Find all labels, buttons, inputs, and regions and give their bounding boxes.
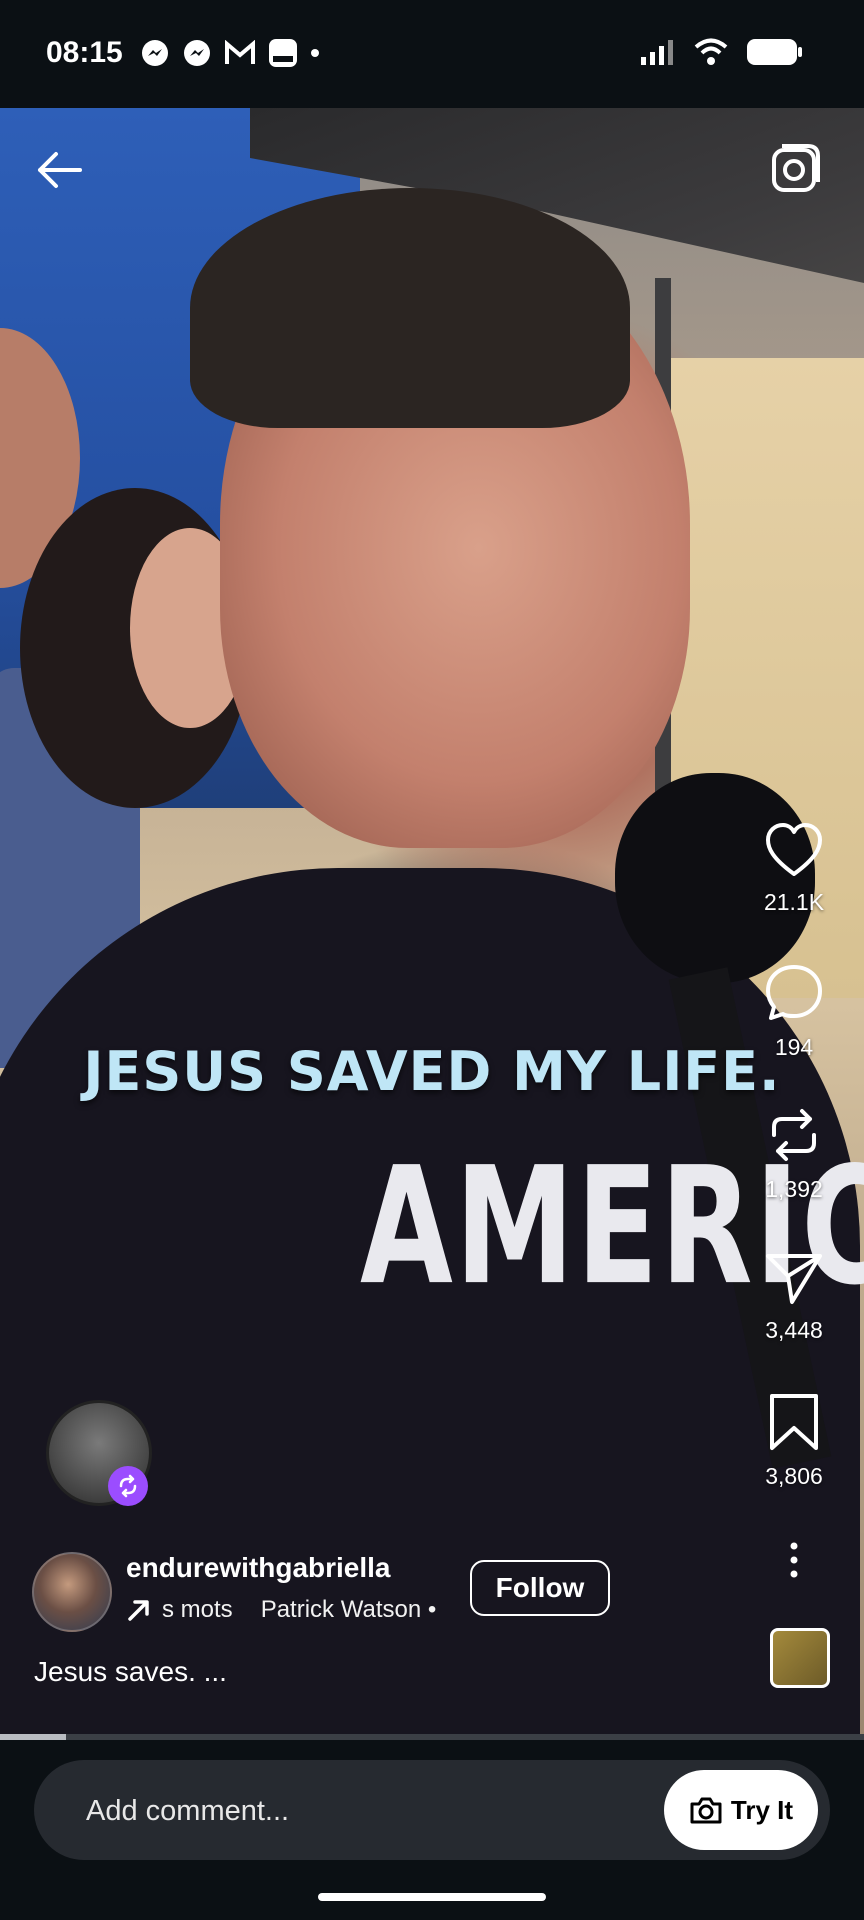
gmail-icon <box>225 40 255 64</box>
more-notifications-icon <box>311 49 319 57</box>
app-icon <box>269 39 297 67</box>
video-caption: JESUS SAVED MY LIFE. <box>83 1040 781 1103</box>
share-count: 3,448 <box>765 1317 823 1343</box>
messenger-icon <box>142 40 168 66</box>
comment-count: 194 <box>774 1034 814 1060</box>
comment-action[interactable]: 194 <box>744 963 844 1061</box>
comment-input[interactable] <box>84 1760 588 1862</box>
avatar[interactable] <box>32 1552 112 1632</box>
remix-icon <box>119 1474 137 1498</box>
repost-action[interactable]: 1,392 <box>744 1105 844 1203</box>
save-action[interactable]: 3,806 <box>744 1392 844 1490</box>
battery-icon <box>747 39 802 65</box>
back-button[interactable] <box>30 140 90 200</box>
share-action[interactable]: 3,448 <box>744 1250 844 1344</box>
audio-info[interactable]: s mots Patrick Watson • <box>126 1596 436 1624</box>
messenger-icon <box>184 40 210 66</box>
more-options-button[interactable] <box>744 1540 844 1585</box>
like-action[interactable]: 21.1K <box>744 822 844 916</box>
system-icons <box>640 38 804 66</box>
notification-icons <box>140 38 320 68</box>
repost-count: 1,392 <box>765 1176 823 1202</box>
arrow-left-icon <box>38 152 82 188</box>
wifi-icon <box>694 38 728 65</box>
heart-icon <box>766 823 822 876</box>
status-bar: 08:15 <box>0 0 864 108</box>
arrow-up-right-icon <box>128 1600 149 1621</box>
status-time: 08:15 <box>46 36 123 69</box>
post-description[interactable]: Jesus saves. ... <box>34 1656 227 1688</box>
bookmark-icon <box>770 1394 818 1450</box>
try-it-label: Try It <box>730 1794 794 1825</box>
more-vertical-icon <box>790 1542 798 1578</box>
speaker-hair <box>190 188 630 428</box>
comment-bar: Try It <box>34 1760 830 1862</box>
camera-button[interactable] <box>768 140 824 196</box>
audio-thumbnail[interactable] <box>770 1628 830 1688</box>
audio-artist: Patrick Watson • <box>260 1596 437 1623</box>
send-icon <box>766 1254 822 1304</box>
repost-icon <box>772 1109 816 1161</box>
home-indicator[interactable] <box>318 1893 546 1901</box>
audio-snippet: s mots <box>162 1596 233 1623</box>
signal-icon <box>641 40 673 65</box>
comment-icon <box>766 965 822 1020</box>
try-it-button[interactable]: Try It <box>664 1770 818 1850</box>
remix-badge <box>108 1466 148 1506</box>
like-count: 21.1K <box>763 889 825 915</box>
camera-icon <box>772 144 820 192</box>
save-count: 3,806 <box>765 1463 823 1489</box>
follow-button[interactable]: Follow <box>470 1560 610 1616</box>
camera-icon <box>690 1797 722 1824</box>
username[interactable]: endurewithgabriella <box>126 1552 391 1584</box>
